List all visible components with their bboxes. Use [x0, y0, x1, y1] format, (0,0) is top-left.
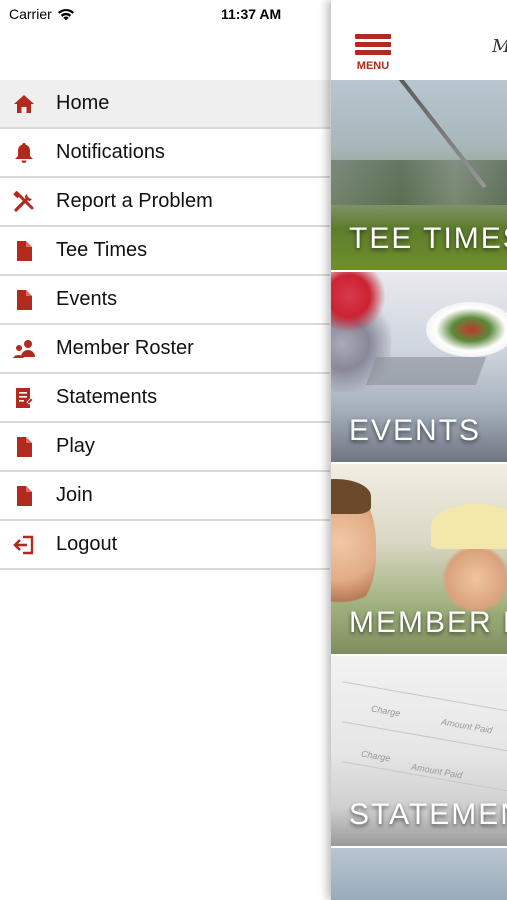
- drawer-item-label: Member Roster: [56, 337, 194, 359]
- document-icon: [12, 288, 36, 312]
- tile-label: TEE TIMES: [349, 222, 507, 255]
- drawer-item-report-a-problem[interactable]: Report a Problem: [0, 178, 330, 227]
- hamburger-icon-bar: [355, 42, 391, 47]
- drawer-item-logout[interactable]: Logout: [0, 521, 330, 570]
- tile-photo-woman: [441, 544, 507, 614]
- drawer-item-label: Logout: [56, 533, 118, 555]
- members-icon: [12, 337, 36, 361]
- document-icon: [12, 484, 36, 508]
- drawer-item-events[interactable]: Events: [0, 276, 330, 325]
- tile-partial[interactable]: [331, 848, 507, 900]
- drawer-item-tee-times[interactable]: Tee Times: [0, 227, 330, 276]
- club-logo: M: [492, 36, 507, 57]
- statement-icon: [12, 386, 36, 410]
- tile-photo-text: Amount Paid: [440, 716, 494, 736]
- tile-photo-plate: [426, 302, 507, 357]
- drawer-item-label: Tee Times: [56, 239, 148, 261]
- clock: 11:37 AM: [221, 6, 282, 22]
- tile-photo-cap: [431, 504, 507, 549]
- drawer-item-play[interactable]: Play: [0, 423, 330, 472]
- tile-label: EVENTS: [349, 414, 482, 447]
- hamburger-icon-bar: [355, 50, 391, 55]
- tools-icon: [12, 190, 36, 214]
- wifi-icon: [57, 8, 74, 20]
- drawer-item-home[interactable]: Home: [0, 80, 330, 129]
- menu-button[interactable]: MENU: [353, 34, 393, 72]
- drawer-item-label: Notifications: [56, 141, 165, 163]
- tile-photo-napkin: [365, 357, 487, 385]
- drawer-item-label: Events: [56, 288, 118, 310]
- drawer-item-statements[interactable]: Statements: [0, 374, 330, 423]
- tile-tee-times[interactable]: TEE TIMES: [331, 80, 507, 270]
- side-drawer: Home Notifications Report a Problem Tee …: [0, 80, 330, 570]
- tile-statements[interactable]: Charge Amount Paid Charge Amount Paid ST…: [331, 656, 507, 846]
- tile-photo-text: Charge: [370, 703, 402, 719]
- drawer-item-label: Report a Problem: [56, 190, 213, 212]
- hamburger-icon: [355, 34, 391, 39]
- main-panel: MENU M TEE TIMES EVENTS MEMBER R Charge …: [331, 0, 507, 900]
- tile-member-roster[interactable]: MEMBER R: [331, 464, 507, 654]
- tile-photo-rule: [342, 681, 507, 712]
- tile-label: STATEMEN: [349, 798, 507, 831]
- tile-events[interactable]: EVENTS: [331, 272, 507, 462]
- document-icon: [12, 435, 36, 459]
- drawer-item-label: Statements: [56, 386, 158, 408]
- bell-icon: [12, 141, 36, 165]
- drawer-item-join[interactable]: Join: [0, 472, 330, 521]
- tile-label: MEMBER R: [349, 606, 507, 639]
- drawer-item-label: Play: [56, 435, 95, 457]
- drawer-item-label: Join: [56, 484, 93, 506]
- tile-photo-hair: [331, 479, 371, 514]
- carrier-label: Carrier: [9, 6, 52, 22]
- top-bar: MENU M: [331, 0, 507, 80]
- menu-label: MENU: [356, 60, 390, 72]
- tile-photo-text: Charge: [360, 748, 392, 764]
- drawer-item-notifications[interactable]: Notifications: [0, 129, 330, 178]
- document-icon: [12, 239, 36, 263]
- logout-icon: [12, 533, 36, 557]
- home-icon: [12, 92, 36, 116]
- carrier-indicator: Carrier: [9, 6, 75, 22]
- drawer-item-member-roster[interactable]: Member Roster: [0, 325, 330, 374]
- drawer-item-label: Home: [56, 92, 110, 114]
